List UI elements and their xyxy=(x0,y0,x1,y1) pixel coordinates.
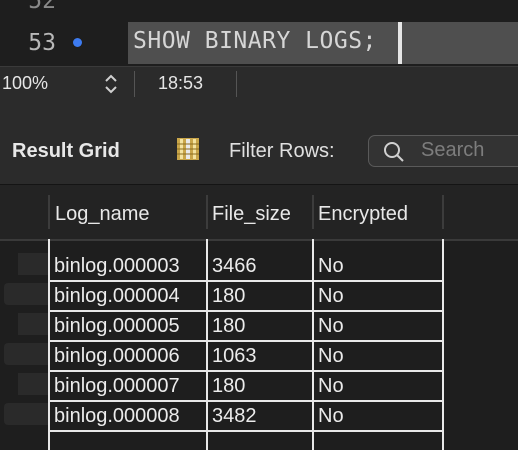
table-cell[interactable]: 3482 xyxy=(212,405,257,428)
table-cell[interactable]: 3466 xyxy=(212,255,257,278)
text-cursor xyxy=(398,22,402,64)
table-cell[interactable]: 180 xyxy=(212,285,245,308)
cursor-position: 18:53 xyxy=(158,73,204,93)
column-header-file-size[interactable]: File_size xyxy=(212,203,291,226)
status-divider xyxy=(134,71,135,97)
column-header-encrypted[interactable]: Encrypted xyxy=(318,203,408,226)
grid-header-row: Log_name File_size Encrypted xyxy=(0,185,518,239)
grid-line xyxy=(312,239,314,450)
grid-line xyxy=(48,370,444,372)
search-placeholder: Search xyxy=(421,139,485,161)
grid-line xyxy=(206,239,208,450)
table-cell[interactable]: No xyxy=(318,285,344,308)
row-marker xyxy=(4,403,18,425)
code-line[interactable]: SHOW BINARY LOGS; xyxy=(133,28,377,54)
table-cell[interactable]: binlog.000006 xyxy=(54,345,180,368)
table-cell[interactable]: No xyxy=(318,315,344,338)
grid-line xyxy=(48,340,444,342)
table-cell[interactable]: binlog.000007 xyxy=(54,375,180,398)
filter-rows-search-input[interactable]: Search xyxy=(368,135,518,167)
table-cell[interactable]: binlog.000003 xyxy=(54,255,180,278)
header-divider xyxy=(48,195,50,229)
row-selector[interactable] xyxy=(18,283,48,305)
table-cell[interactable]: No xyxy=(318,375,344,398)
row-selector[interactable] xyxy=(18,253,48,275)
table-cell[interactable]: 1063 xyxy=(212,345,257,368)
line-number-current: 53 xyxy=(28,30,56,56)
zoom-level[interactable]: 100% xyxy=(2,73,48,94)
row-selector[interactable] xyxy=(18,403,48,425)
sql-editor[interactable]: 52 53 SHOW BINARY LOGS; xyxy=(0,0,518,66)
grid-line xyxy=(48,280,444,282)
row-selector[interactable] xyxy=(18,373,48,395)
table-cell[interactable]: No xyxy=(318,345,344,368)
statement-marker-icon xyxy=(73,38,82,47)
table-cell[interactable]: binlog.000008 xyxy=(54,405,180,428)
table-cell[interactable]: 180 xyxy=(212,375,245,398)
grid-line xyxy=(48,239,50,450)
header-divider xyxy=(206,195,208,229)
result-grid-label[interactable]: Result Grid xyxy=(12,140,120,163)
status-divider xyxy=(236,71,237,97)
result-toolbar: Result Grid Filter Rows: Search xyxy=(0,100,518,185)
editor-status-bar: 100% 18:53 xyxy=(0,66,518,101)
row-marker xyxy=(4,283,18,305)
table-cell[interactable]: No xyxy=(318,405,344,428)
line-number-prev: 52 xyxy=(28,0,56,14)
search-icon xyxy=(384,142,404,162)
table-cell[interactable]: binlog.000005 xyxy=(54,315,180,338)
zoom-stepper-icon[interactable] xyxy=(103,73,119,100)
grid-line xyxy=(442,239,444,450)
grid-line xyxy=(48,430,444,432)
result-grid[interactable]: Log_name File_size Encrypted binlog.0000… xyxy=(0,185,518,450)
header-divider xyxy=(312,195,314,229)
filter-rows-label: Filter Rows: xyxy=(229,140,335,162)
header-divider xyxy=(442,195,444,229)
table-cell[interactable]: 180 xyxy=(212,315,245,338)
header-bottom-border xyxy=(0,239,518,241)
row-selector[interactable] xyxy=(18,313,48,335)
grid-line xyxy=(48,310,444,312)
table-cell[interactable]: binlog.000004 xyxy=(54,285,180,308)
grid-view-icon[interactable] xyxy=(176,137,200,161)
table-cell[interactable]: No xyxy=(318,255,344,278)
grid-line xyxy=(48,400,444,402)
row-marker xyxy=(4,343,18,365)
row-selector[interactable] xyxy=(18,343,48,365)
column-header-log-name[interactable]: Log_name xyxy=(55,203,150,226)
